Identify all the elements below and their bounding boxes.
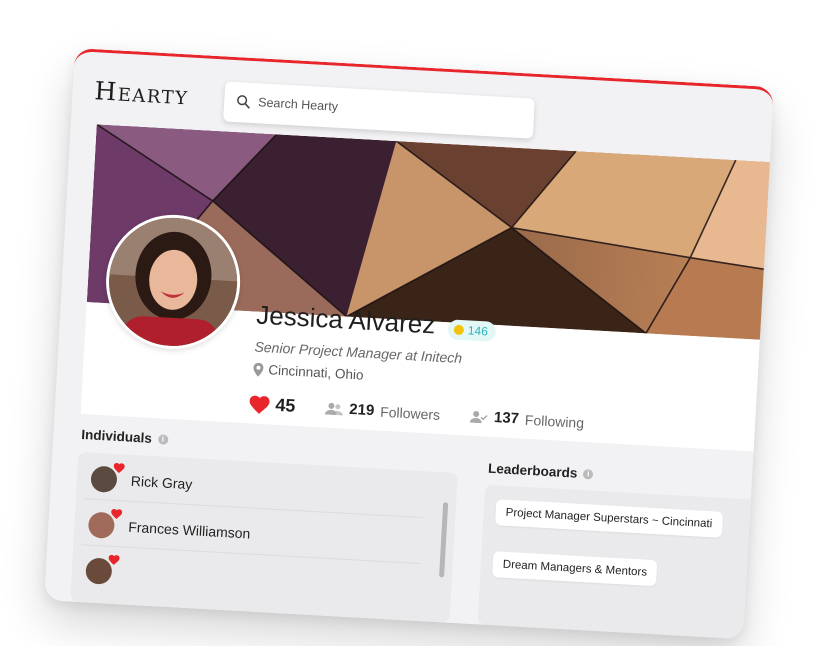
hearts-stat[interactable]: 45 [249, 393, 296, 417]
following-label: Following [524, 411, 585, 431]
followers-stat[interactable]: 219 Followers [324, 400, 441, 423]
individual-name: Rick Gray [130, 472, 193, 493]
avatar [87, 508, 123, 539]
individuals-heading: Individuals i [81, 426, 169, 447]
location-text: Cincinnati, Ohio [267, 362, 364, 383]
avatar [90, 463, 125, 493]
individuals-title: Individuals [81, 426, 153, 446]
heart-icon [108, 554, 120, 565]
search-input[interactable]: Search Hearty [258, 95, 339, 113]
leaderboards-list: Project Manager Superstars ~ Cincinnati … [477, 484, 774, 640]
search-box[interactable]: Search Hearty [223, 81, 535, 139]
sun-badge-icon [453, 324, 465, 336]
map-pin-icon [253, 362, 264, 377]
followers-count: 219 [348, 400, 375, 420]
hearts-count: 45 [274, 394, 296, 416]
followers-label: Followers [379, 403, 441, 423]
info-icon[interactable]: i [583, 468, 594, 480]
points-badge[interactable]: 146 [447, 319, 497, 342]
profile-job-title: Senior Project Manager at Initech [254, 338, 463, 367]
leaderboard-chip[interactable]: Dream Managers & Mentors [492, 551, 658, 587]
users-icon [324, 402, 343, 416]
individuals-list[interactable]: Rick Gray Frances Williamson [70, 451, 458, 623]
list-scrollbar[interactable] [439, 502, 449, 578]
avatar [85, 554, 120, 585]
leaderboards-heading: Leaderboards i [488, 461, 594, 482]
avatar-photo [105, 214, 241, 353]
leaderboards-title: Leaderboards [487, 460, 578, 481]
profile-card-window: Hearty Search Hearty Jessica Alvarez 146… [44, 48, 774, 640]
search-icon [237, 95, 250, 109]
hearty-logo[interactable]: Hearty [94, 76, 190, 110]
profile-stats: 45 219 Followers 137 Following [249, 393, 615, 434]
points-value: 146 [467, 323, 489, 339]
heart-icon [113, 463, 125, 474]
heart-icon [249, 395, 270, 414]
following-stat[interactable]: 137 Following [469, 408, 585, 431]
profile-section: Jessica Alvarez 146 Senior Project Manag… [80, 124, 774, 453]
leaderboard-chip[interactable]: Project Manager Superstars ~ Cincinnati [495, 499, 723, 538]
heart-icon [111, 508, 123, 519]
following-count: 137 [493, 408, 520, 428]
info-icon[interactable]: i [157, 433, 169, 445]
user-check-icon [469, 410, 488, 423]
individual-name: Frances Williamson [127, 518, 251, 542]
profile-location: Cincinnati, Ohio [253, 361, 364, 383]
